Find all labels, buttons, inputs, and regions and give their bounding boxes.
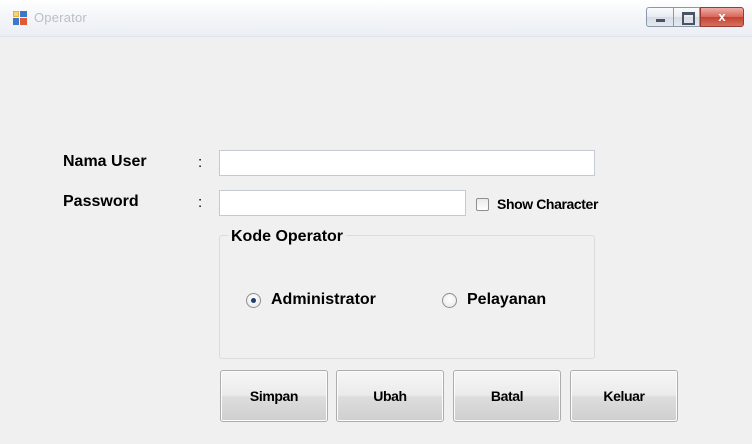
password-field[interactable] (219, 190, 466, 216)
close-button[interactable]: x (700, 7, 744, 27)
radio-pelayanan-button[interactable] (442, 292, 457, 308)
batal-button[interactable]: Batal (453, 370, 561, 422)
maximize-button[interactable] (673, 7, 700, 27)
nama-user-label: Nama User (63, 153, 147, 170)
ubah-button[interactable]: Ubah (336, 370, 444, 422)
password-colon: : (198, 194, 203, 211)
show-character-label: Show Character (497, 196, 598, 212)
radio-administrator-label: Administrator (271, 291, 376, 308)
minimize-icon (656, 19, 665, 22)
radio-administrator[interactable]: Administrator (246, 289, 376, 311)
window-controls: x (646, 7, 744, 27)
nama-user-colon: : (198, 154, 203, 171)
operator-window: Operator x Nama User : Password : Show C… (0, 0, 752, 444)
maximize-icon (682, 12, 695, 25)
close-icon: x (718, 9, 726, 24)
checkbox-box[interactable] (476, 197, 489, 211)
simpan-button[interactable]: Simpan (220, 370, 328, 422)
minimize-button[interactable] (646, 7, 673, 27)
radio-pelayanan-label: Pelayanan (467, 291, 547, 308)
keluar-button[interactable]: Keluar (570, 370, 678, 422)
form-app-icon (13, 11, 27, 25)
kode-operator-title: Kode Operator (228, 228, 347, 246)
password-label: Password (63, 193, 139, 210)
title-bar[interactable]: Operator x (0, 0, 752, 37)
nama-user-field[interactable] (219, 150, 595, 176)
window-title: Operator (34, 10, 87, 25)
show-character-checkbox[interactable]: Show Character (476, 194, 598, 214)
radio-pelayanan[interactable]: Pelayanan (442, 289, 546, 311)
radio-administrator-button[interactable] (246, 292, 261, 308)
